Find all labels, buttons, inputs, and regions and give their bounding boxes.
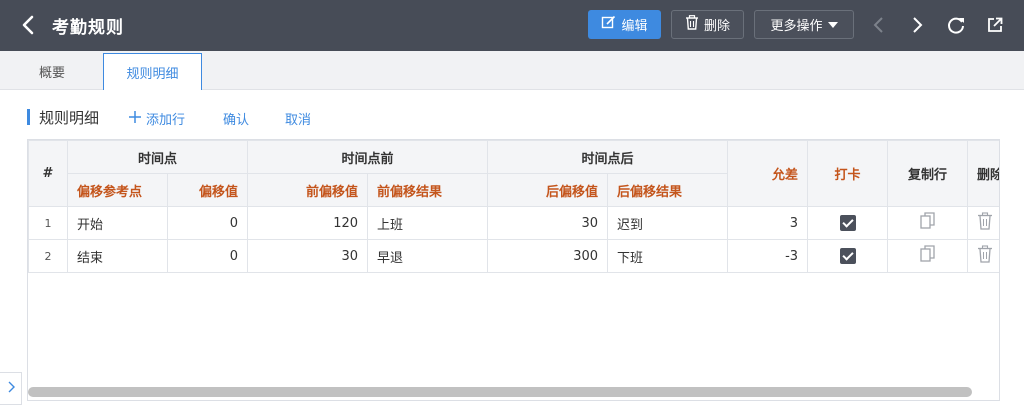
clock-in-checkbox[interactable] <box>839 215 856 231</box>
pre-offset-cell[interactable]: 120 <box>247 206 369 240</box>
post-offset-cell[interactable]: 30 <box>487 206 609 240</box>
plus-icon <box>128 110 142 128</box>
delete-row-cell <box>967 206 999 240</box>
copy-row-cell <box>887 239 969 273</box>
edit-icon <box>601 15 616 34</box>
table-row[interactable]: 2 结束 0 30 早退 300 下班 -3 <box>28 239 999 273</box>
copy-row-header: 复制行 <box>887 140 969 207</box>
pre-offset-header[interactable]: 前偏移值 <box>247 173 369 207</box>
trash-icon <box>685 15 699 34</box>
rule-detail-table: # 时间点 时间点前 时间点后 允差 打卡 复制行 删除 偏移参考点 偏移值 前… <box>28 140 999 273</box>
group-header-before: 时间点前 <box>247 140 489 174</box>
add-row-label: 添加行 <box>146 113 186 128</box>
section-heading: 规则明细 <box>27 106 99 128</box>
refresh-icon[interactable] <box>945 13 967 37</box>
next-record-icon[interactable] <box>906 13 928 37</box>
row-index: 1 <box>28 206 68 240</box>
pre-result-cell[interactable]: 早退 <box>367 239 489 273</box>
tab-bar: 概要 规则明细 <box>0 51 1024 90</box>
post-result-cell[interactable]: 迟到 <box>607 206 729 240</box>
clock-in-checkbox[interactable] <box>839 248 856 264</box>
header-row-groups: # 时间点 时间点前 时间点后 允差 打卡 复制行 删除 <box>28 140 999 207</box>
copy-icon[interactable] <box>919 245 936 267</box>
offset-value-cell[interactable]: 0 <box>166 206 249 240</box>
top-bar: 考勤规则 编辑 删除 更多操作 <box>0 0 1024 51</box>
offset-ref-cell[interactable]: 开始 <box>67 206 168 240</box>
clock-in-cell <box>807 239 889 273</box>
tab-rule-details[interactable]: 规则明细 <box>103 53 202 90</box>
edit-label: 编辑 <box>621 19 648 34</box>
group-header-after: 时间点后 <box>487 140 729 174</box>
back-arrow-icon[interactable] <box>16 12 42 38</box>
table-row[interactable]: 1 开始 0 120 上班 30 迟到 3 <box>28 206 999 240</box>
copy-row-cell <box>887 206 969 240</box>
confirm-button[interactable]: 确认 <box>223 109 249 128</box>
rule-detail-grid: # 时间点 时间点前 时间点后 允差 打卡 复制行 删除 偏移参考点 偏移值 前… <box>27 139 1000 401</box>
section-accent-bar <box>27 109 30 125</box>
post-offset-header[interactable]: 后偏移值 <box>487 173 609 207</box>
index-header: # <box>28 140 68 207</box>
edit-button[interactable]: 编辑 <box>588 10 661 39</box>
delete-button[interactable]: 删除 <box>671 10 744 39</box>
trash-icon[interactable] <box>977 212 993 234</box>
offset-value-cell[interactable]: 0 <box>166 239 249 273</box>
row-index: 2 <box>28 239 68 273</box>
tab-overview[interactable]: 概要 <box>20 53 84 90</box>
clock-in-cell <box>807 206 889 240</box>
delete-row-header: 删除 <box>967 140 999 207</box>
page-title: 考勤规则 <box>52 18 124 38</box>
clock-in-header[interactable]: 打卡 <box>807 140 889 207</box>
horizontal-scrollbar[interactable] <box>28 387 972 397</box>
open-external-icon[interactable] <box>984 13 1006 37</box>
section-title: 规则明细 <box>39 108 100 127</box>
pre-result-header[interactable]: 前偏移结果 <box>367 173 489 207</box>
post-result-cell[interactable]: 下班 <box>607 239 729 273</box>
offset-value-header[interactable]: 偏移值 <box>166 173 249 207</box>
tolerance-header[interactable]: 允差 <box>727 140 809 207</box>
expand-panel-button[interactable] <box>0 372 22 405</box>
post-offset-cell[interactable]: 300 <box>487 239 609 273</box>
pre-offset-cell[interactable]: 30 <box>247 239 369 273</box>
trash-icon[interactable] <box>977 245 993 267</box>
cancel-button[interactable]: 取消 <box>285 109 311 128</box>
chevron-right-icon <box>7 381 15 397</box>
delete-label: 删除 <box>703 19 730 34</box>
tolerance-cell[interactable]: -3 <box>727 239 809 273</box>
more-actions-dropdown[interactable]: 更多操作 <box>754 10 854 39</box>
offset-ref-cell[interactable]: 结束 <box>67 239 168 273</box>
group-header-time-point: 时间点 <box>66 140 249 174</box>
pre-result-cell[interactable]: 上班 <box>367 206 489 240</box>
previous-record-icon[interactable] <box>868 13 890 37</box>
delete-row-cell <box>967 239 999 273</box>
copy-icon[interactable] <box>919 212 936 234</box>
caret-down-icon <box>827 17 838 32</box>
offset-ref-header[interactable]: 偏移参考点 <box>67 173 168 207</box>
post-result-header[interactable]: 后偏移结果 <box>607 173 729 207</box>
add-row-button[interactable]: 添加行 <box>128 109 185 128</box>
tolerance-cell[interactable]: 3 <box>727 206 809 240</box>
more-actions-label: 更多操作 <box>770 19 823 34</box>
